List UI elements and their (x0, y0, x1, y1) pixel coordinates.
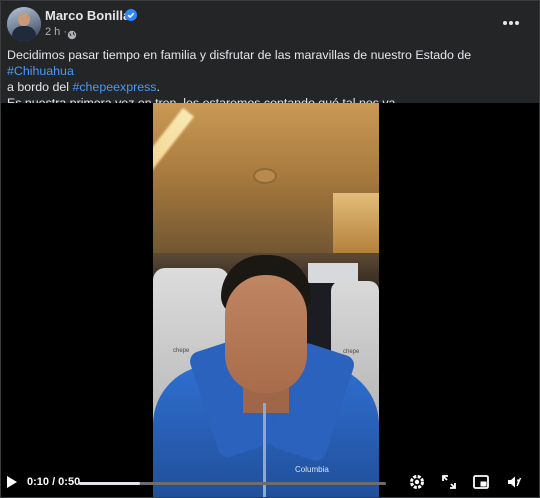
verified-badge-icon (125, 9, 137, 21)
time-display: 0:10 / 0:50 (27, 476, 81, 488)
post-text-period: . (156, 80, 160, 94)
progress-track[interactable] (79, 482, 386, 485)
hashtag-chihuahua-link[interactable]: #Chihuahua (7, 64, 74, 78)
seat-label-left: chepe (173, 348, 190, 354)
video-controls: 0:10 / 0:50 (1, 467, 539, 497)
post-text: Decidimos pasar tiempo en familia y disf… (7, 47, 535, 111)
video-frame[interactable]: chepe chepe Columbia (153, 103, 379, 497)
hashtag-chepeexpress-link[interactable]: #chepeexpress (72, 80, 156, 94)
progress-fill (79, 482, 141, 485)
play-icon[interactable] (7, 476, 17, 488)
post-header: Marco Bonilla 2 h · (1, 1, 539, 45)
post-text-line2: a bordo del (7, 80, 73, 94)
globe-icon (67, 27, 77, 40)
volume-icon[interactable] (505, 472, 525, 492)
post-time[interactable]: 2 h · (45, 26, 67, 38)
post-card: Marco Bonilla 2 h · Decidimos pasar tiem… (0, 0, 540, 498)
expand-icon[interactable] (439, 472, 459, 492)
gear-icon[interactable] (407, 472, 427, 492)
post-text-line1: Decidimos pasar tiempo en familia y disf… (7, 48, 472, 62)
author-name[interactable]: Marco Bonilla (45, 8, 130, 23)
avatar[interactable] (7, 7, 41, 41)
picture-in-picture-icon[interactable] (471, 472, 491, 492)
video-player[interactable]: chepe chepe Columbia (1, 103, 539, 497)
more-options-icon[interactable] (498, 13, 524, 33)
